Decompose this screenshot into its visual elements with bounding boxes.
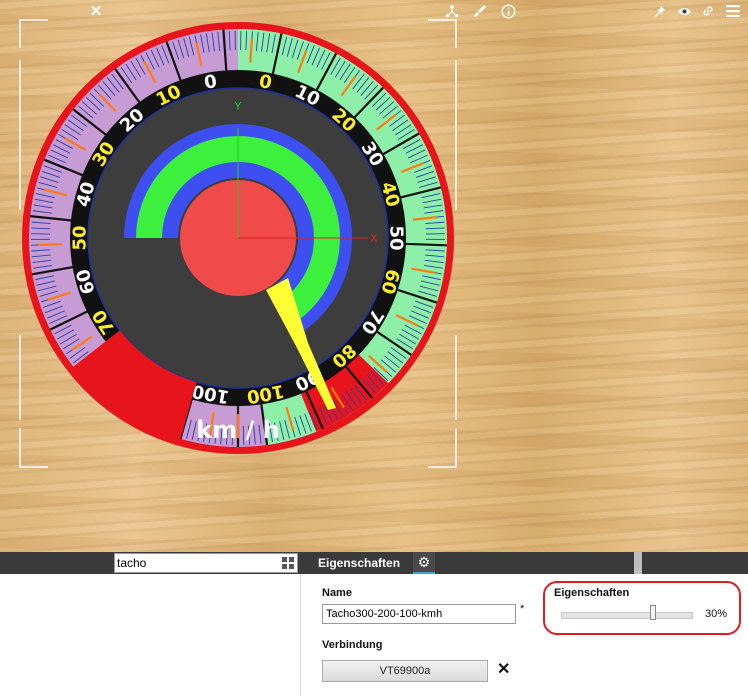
gear-icon[interactable]: ⚙ xyxy=(413,552,435,574)
search-box[interactable] xyxy=(114,553,298,573)
eye-icon[interactable] xyxy=(674,0,694,22)
grid-view-icon[interactable] xyxy=(282,557,294,569)
search-input[interactable] xyxy=(117,555,277,571)
clear-connection-icon[interactable]: ✕ xyxy=(497,662,510,678)
brush-icon[interactable] xyxy=(469,0,491,22)
info-icon[interactable] xyxy=(497,0,519,22)
selection-bracket xyxy=(428,428,457,468)
scale-label-left: 50 xyxy=(70,225,91,250)
toolbar-scrollbar[interactable] xyxy=(634,552,642,574)
tachometer-gauge[interactable]: 0102030405060708090100010203040506070809… xyxy=(0,0,748,552)
hierarchy-icon[interactable] xyxy=(441,0,463,22)
tab-eigenschaften[interactable]: Eigenschaften xyxy=(318,552,400,574)
name-label: Name xyxy=(322,587,352,599)
opacity-slider[interactable] xyxy=(561,612,693,619)
connection-label: Verbindung xyxy=(322,639,383,651)
axis-x-label: X xyxy=(370,232,378,245)
scale-label-right: 50 xyxy=(386,225,407,250)
name-field[interactable] xyxy=(322,604,516,624)
scale-major-tick xyxy=(403,242,447,247)
modified-marker: * xyxy=(520,603,525,615)
selection-bracket xyxy=(19,428,48,468)
properties-label: Eigenschaften xyxy=(554,587,630,599)
opacity-slider-thumb[interactable] xyxy=(650,605,657,620)
scene-viewport[interactable]: 0102030405060708090100010203040506070809… xyxy=(0,0,748,552)
axis-y-label: Y xyxy=(234,100,242,113)
connection-button[interactable]: VT69900a xyxy=(322,660,488,682)
opacity-value: 30% xyxy=(705,608,728,620)
search-results-panel xyxy=(0,574,301,696)
close-search-icon[interactable]: ✕ xyxy=(86,0,106,22)
gauge-unit-label: km / h xyxy=(196,416,280,444)
link-icon[interactable] xyxy=(698,0,718,22)
scale-mid-tick xyxy=(38,243,63,247)
pin-icon[interactable] xyxy=(650,0,670,22)
selection-bracket xyxy=(19,19,48,48)
menu-icon[interactable] xyxy=(722,0,744,22)
selection-bracket xyxy=(428,19,457,48)
